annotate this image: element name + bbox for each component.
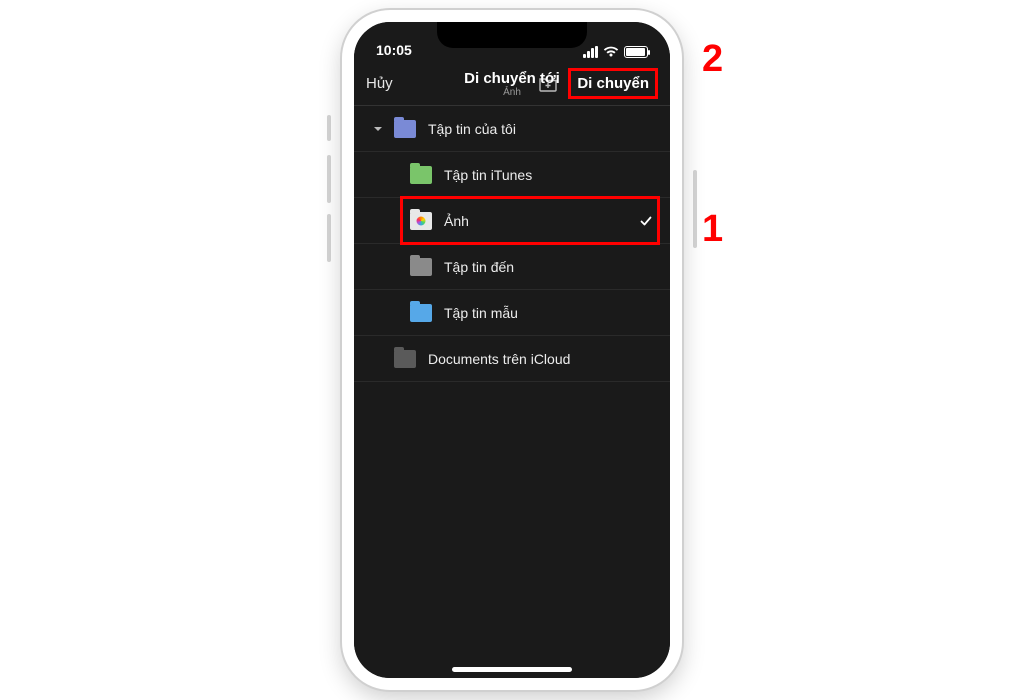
- folder-icon: [410, 212, 432, 230]
- phone-volume-down: [327, 214, 331, 262]
- folder-row-itunes[interactable]: Tập tin iTunes: [354, 152, 670, 198]
- folder-list: Tập tin của tôi Tập tin iTunes Ảnh Tập t…: [354, 106, 670, 678]
- chevron-down-icon[interactable]: [368, 123, 388, 135]
- checkmark-icon: [636, 214, 656, 228]
- move-button[interactable]: Di chuyển: [568, 68, 658, 99]
- folder-row-incoming[interactable]: Tập tin đến: [354, 244, 670, 290]
- phone-mute-switch: [327, 115, 331, 141]
- callout-2: 2: [702, 38, 723, 81]
- folder-icon: [410, 166, 432, 184]
- nav-bar: Hủy Di chuyển tới Ảnh Di chuyển: [354, 62, 670, 106]
- folder-label: Tập tin đến: [444, 259, 656, 275]
- folder-label: Tập tin của tôi: [428, 121, 656, 137]
- phone-volume-up: [327, 155, 331, 203]
- phone-power-button: [693, 170, 697, 248]
- folder-row-anh[interactable]: Ảnh: [354, 198, 670, 244]
- folder-icon: [394, 350, 416, 368]
- folder-label: Ảnh: [444, 213, 636, 229]
- folder-row-sample[interactable]: Tập tin mẫu: [354, 290, 670, 336]
- cancel-button[interactable]: Hủy: [366, 75, 393, 92]
- folder-label: Tập tin mẫu: [444, 305, 656, 321]
- notch: [437, 22, 587, 48]
- folder-label: Documents trên iCloud: [428, 351, 656, 367]
- phone-frame: 10:05 Hủy Di chuyển tới Ảnh: [342, 10, 682, 690]
- folder-row-icloud-docs[interactable]: Documents trên iCloud: [354, 336, 670, 382]
- status-icons: [583, 46, 648, 58]
- nav-title-block: Di chuyển tới Ảnh: [464, 70, 560, 98]
- battery-icon: [624, 46, 648, 58]
- folder-icon: [410, 258, 432, 276]
- home-indicator[interactable]: [452, 667, 572, 672]
- callout-1: 1: [702, 208, 723, 251]
- folder-icon: [394, 120, 416, 138]
- wifi-icon: [603, 46, 619, 58]
- screen: 10:05 Hủy Di chuyển tới Ảnh: [354, 22, 670, 678]
- status-time: 10:05: [376, 42, 412, 58]
- nav-subtitle: Ảnh: [464, 87, 560, 98]
- nav-title: Di chuyển tới: [464, 70, 560, 87]
- cellular-signal-icon: [583, 46, 598, 58]
- folder-label: Tập tin iTunes: [444, 167, 656, 183]
- folder-icon: [410, 304, 432, 322]
- folder-row-root[interactable]: Tập tin của tôi: [354, 106, 670, 152]
